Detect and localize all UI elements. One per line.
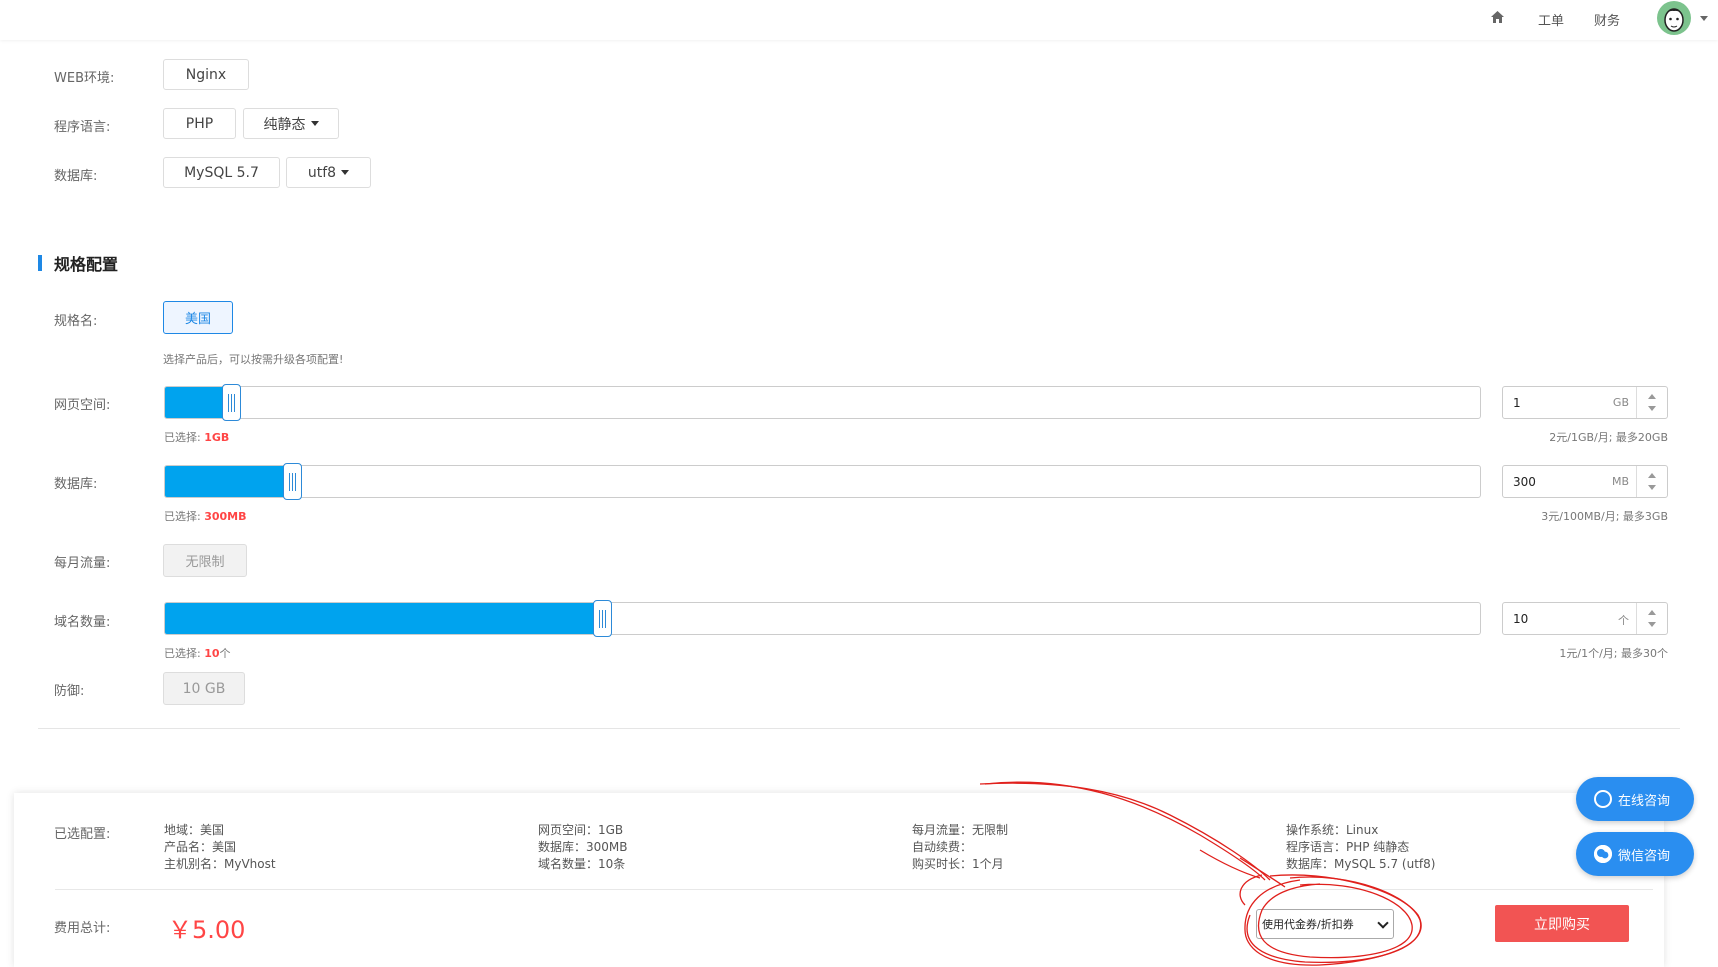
domains-slider[interactable] [164,600,1481,637]
traffic-value: 无限制 [163,544,247,577]
database-charset-dropdown[interactable]: utf8 [286,157,371,188]
space-stepper[interactable]: 1 GB [1502,386,1668,419]
domains-slider-fill [165,603,601,634]
spinner[interactable] [1636,387,1667,418]
arrow-down-icon [1648,406,1656,411]
domains-value[interactable]: 10 [1513,612,1528,626]
db-size-unit: MB [1611,475,1629,488]
chat-bubble-icon [1594,790,1612,808]
avatar[interactable] [1657,1,1691,35]
program-lang-option: 纯静态 [263,116,306,133]
space-label: 网页空间: [54,398,111,413]
total-label: 费用总计: [54,921,111,936]
caret-down-icon [341,170,350,175]
db-size-value[interactable]: 300 [1513,475,1536,489]
program-lang-dropdown[interactable]: 纯静态 [243,108,339,139]
db-size-slider[interactable] [164,463,1481,500]
wechat-icon [1594,845,1612,863]
web-env-button[interactable]: Nginx [163,59,249,90]
coupon-select-value: 使用代金券/折扣券 [1262,918,1354,931]
buy-now-button[interactable]: 立即购买 [1495,905,1629,942]
arrow-down-icon [1648,622,1656,627]
total-price: ￥5.00 [168,916,246,944]
program-lang-label: 程序语言: [54,120,111,135]
summary-col-2: 网页空间：1GB 数据库：300MB 域名数量：10条 [538,823,628,871]
spec-name-label: 规格名: [54,314,98,329]
traffic-label: 每月流量: [54,556,111,571]
section-marker [38,255,42,271]
nav-finance[interactable]: 财务 [1594,10,1620,29]
home-icon[interactable] [1491,11,1504,27]
space-slider[interactable] [164,384,1481,421]
summary-col-4: 操作系统：Linux 程序语言：PHP 纯静态 数据库：MySQL 5.7 (utf… [1286,823,1436,871]
chevron-down-icon[interactable] [1700,16,1708,21]
chevron-down-icon [1377,917,1389,929]
spec-hint: 选择产品后，可以按需升级各项配置! [163,353,344,366]
wechat-consult-button[interactable]: 微信咨询 [1576,832,1694,876]
db-size-stepper[interactable]: 300 MB [1502,465,1668,498]
domains-selected: 已选择: 10个 [164,647,231,660]
spinner[interactable] [1636,466,1667,497]
defense-value: 10 GB [163,672,245,705]
db-size-slider-fill [165,466,293,497]
space-limit: 2元/1GB/月; 最多20GB [1549,431,1668,444]
domains-stepper[interactable]: 10 个 [1502,602,1668,635]
spec-name-option[interactable]: 美国 [163,301,233,334]
arrow-up-icon [1648,473,1656,478]
domains-slider-handle[interactable] [593,600,612,637]
db-size-label: 数据库: [54,477,98,492]
db-size-selected: 已选择: 300MB [164,510,247,523]
domains-limit: 1元/1个/月; 最多30个 [1559,647,1668,660]
arrow-up-icon [1648,610,1656,615]
arrow-down-icon [1648,485,1656,490]
summary-label: 已选配置: [54,827,111,842]
program-lang-button[interactable]: PHP [163,108,236,139]
panel-divider [55,889,1653,890]
database-label: 数据库: [54,169,98,184]
space-value[interactable]: 1 [1513,396,1521,410]
space-slider-handle[interactable] [222,384,241,421]
arrow-up-icon [1648,394,1656,399]
divider [38,728,1680,729]
space-unit: GB [1612,396,1629,409]
nav-ticket[interactable]: 工单 [1538,10,1564,29]
database-charset-option: utf8 [307,164,337,181]
db-size-slider-handle[interactable] [283,463,302,500]
summary-col-3: 每月流量：无限制 自动续费： 购买时长：1个月 [912,823,1009,871]
database-version-button[interactable]: MySQL 5.7 [163,157,280,188]
defense-label: 防御: [54,684,85,699]
summary-col-1: 地域：美国 产品名：美国 主机别名：MyVhost [164,823,276,871]
online-consult-button[interactable]: 在线咨询 [1576,777,1694,821]
domains-label: 域名数量: [54,615,111,630]
spinner[interactable] [1636,603,1667,634]
db-size-limit: 3元/100MB/月; 最多3GB [1541,510,1668,523]
domains-unit: 个 [1618,614,1629,627]
caret-down-icon [310,121,319,126]
top-navbar [0,0,1718,40]
coupon-select[interactable]: 使用代金券/折扣券 [1256,909,1394,939]
space-selected: 已选择: 1GB [164,431,230,444]
section-title: 规格配置 [54,255,119,274]
web-env-label: WEB环境: [54,71,115,86]
order-summary-panel [14,793,1664,967]
